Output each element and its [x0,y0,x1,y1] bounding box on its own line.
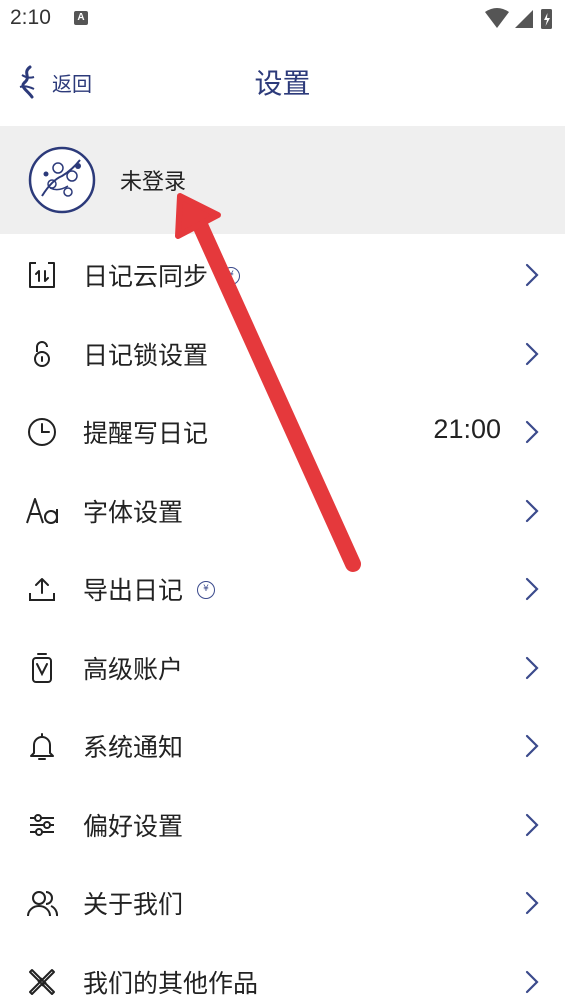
chevron-right-icon [525,342,539,365]
settings-row-other-works[interactable]: 我们的其他作品 [0,942,565,1004]
chevron-right-icon [525,813,539,836]
status-time: 2:10 [10,6,51,29]
premium-icon [32,652,52,683]
notification-icon: A [74,11,88,25]
page-title: 设置 [254,67,311,100]
settings-label: 字体设置 [83,497,184,527]
bell-icon [30,733,54,760]
tools-icon [29,968,55,995]
user-login-card[interactable]: 未登录 [0,126,565,234]
chevron-right-icon [525,970,539,993]
clock-icon [28,418,56,446]
status-icons [485,8,552,29]
settings-label: 高级账户 [83,654,184,684]
reminder-time: 21:00 [433,414,501,444]
chevron-right-icon [525,499,539,522]
settings-label: 偏好设置 [83,811,184,841]
chevron-right-icon [525,891,539,915]
status-bar: 2:10 A [0,0,565,40]
login-status: 未登录 [120,170,187,195]
settings-row-notification[interactable]: 系统通知 [0,706,565,785]
vip-badge-icon: ¥ [222,267,241,285]
lock-icon [34,340,50,367]
vip-badge-icon: ¥ [197,581,216,599]
settings-label: 系统通知 [83,733,184,762]
chevron-right-icon [525,420,539,444]
settings-label: 导出日记 [83,576,184,605]
settings-row-premium[interactable]: 高级账户 [0,628,565,707]
settings-row-diary-lock[interactable]: 日记锁设置 [0,314,565,393]
settings-list: 日记云同步 ¥ 日记锁设置 提醒写日记 21:00 字体设置 导出日记 ¥ 高级… [0,235,565,1004]
signal-icon [515,10,533,28]
settings-row-preferences[interactable]: 偏好设置 [0,785,565,864]
chevron-right-icon [525,656,539,679]
chevron-right-icon [525,263,539,287]
settings-label: 我们的其他作品 [83,968,259,998]
settings-label: 日记锁设置 [83,340,209,370]
header: 返回 设置 [0,40,565,126]
chevron-right-icon [525,734,539,758]
wifi-icon [485,8,509,28]
settings-row-reminder[interactable]: 提醒写日记 21:00 [0,392,565,471]
settings-row-font[interactable]: 字体设置 [0,471,565,550]
avatar [28,146,96,214]
settings-label: 关于我们 [83,890,184,919]
people-icon [27,891,58,917]
font-icon [26,497,58,524]
settings-row-cloud-sync[interactable]: 日记云同步 ¥ [0,235,565,314]
settings-label: 提醒写日记 [83,419,209,448]
settings-row-about[interactable]: 关于我们 [0,863,565,942]
cloud-sync-icon [29,262,55,288]
settings-label: 日记云同步 [83,262,209,291]
chevron-right-icon [525,577,539,601]
sliders-icon [30,813,54,836]
settings-row-export[interactable]: 导出日记 ¥ [0,549,565,628]
export-icon [29,578,55,601]
